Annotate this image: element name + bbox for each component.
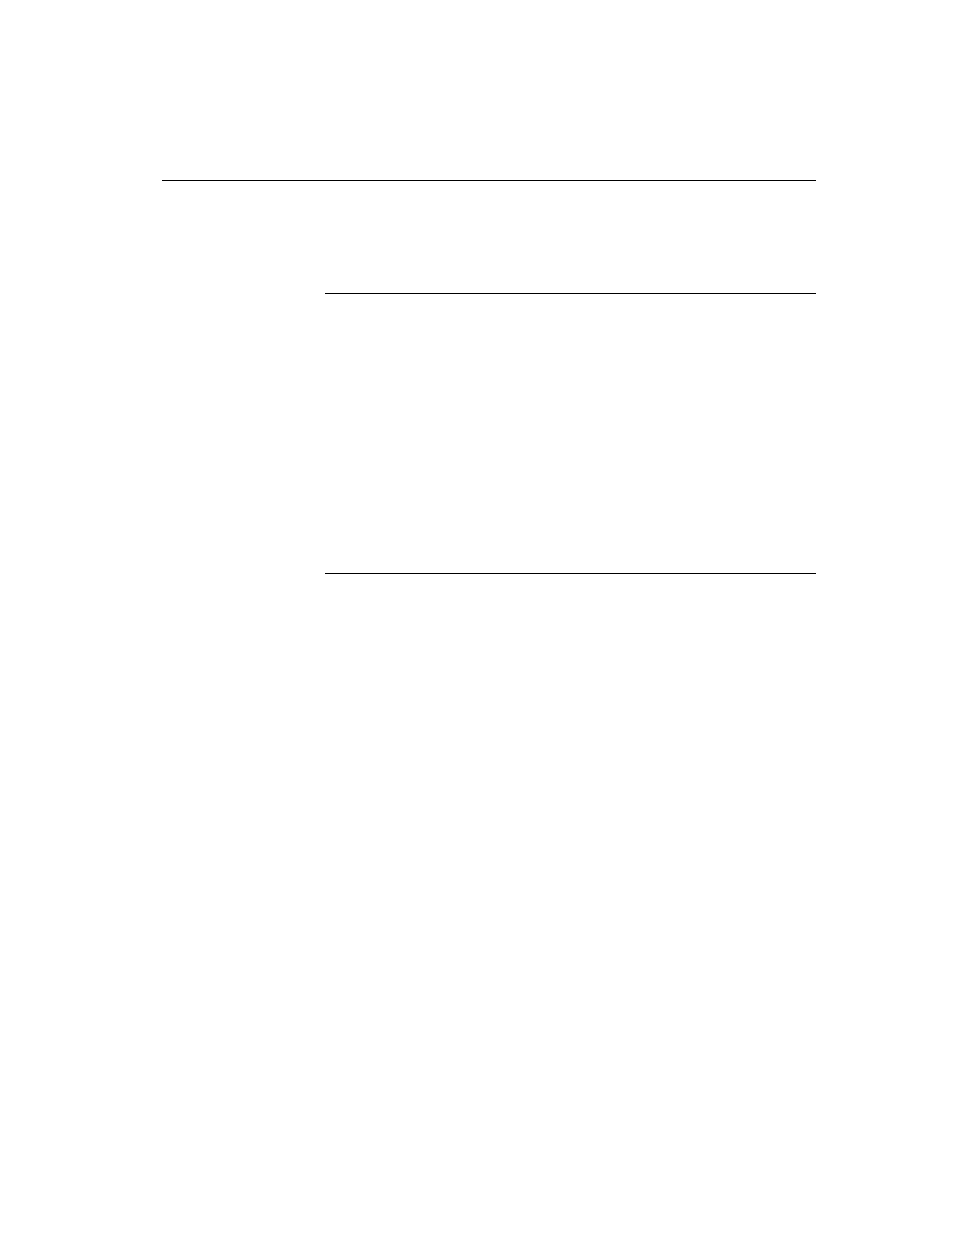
horizontal-rule-section-2 (325, 573, 816, 574)
horizontal-rule-full (162, 180, 816, 181)
horizontal-rule-section-1 (325, 293, 816, 294)
